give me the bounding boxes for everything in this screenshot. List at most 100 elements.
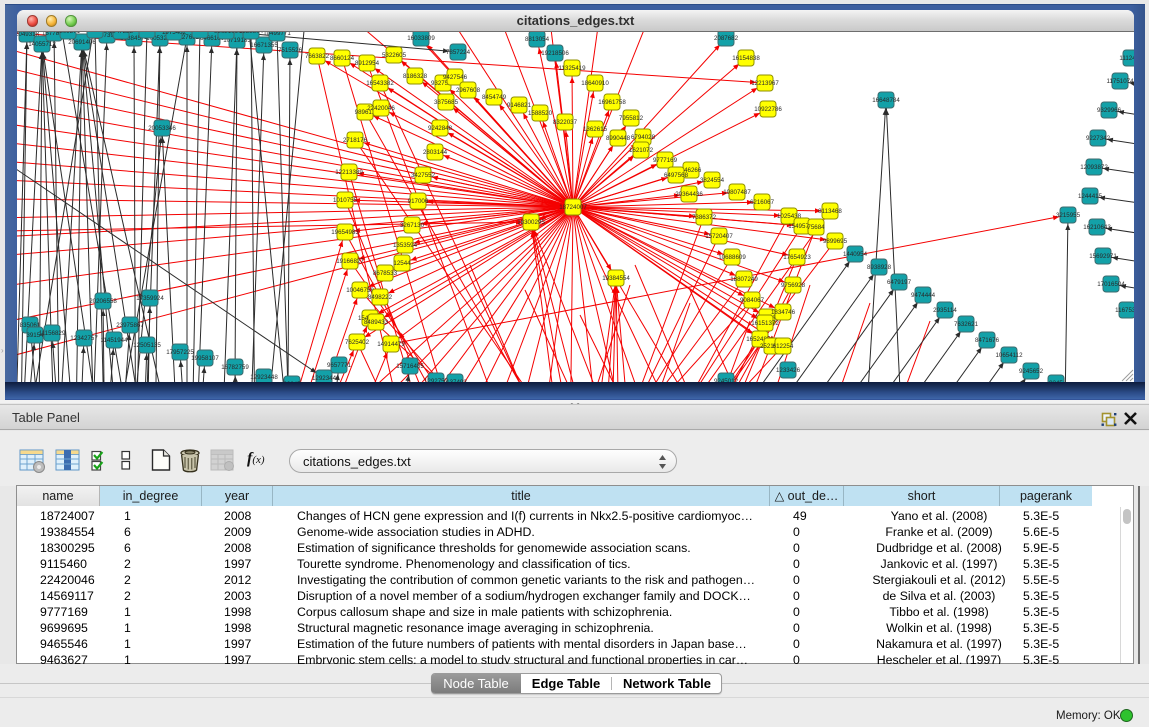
svg-text:75684: 75684 (807, 224, 825, 231)
svg-text:19958107: 19958107 (191, 355, 219, 362)
svg-text:8454749: 8454749 (482, 94, 507, 101)
svg-text:1137493: 1137493 (443, 379, 467, 382)
svg-text:9862190: 9862190 (214, 32, 239, 35)
svg-text:20645: 20645 (283, 381, 301, 382)
svg-text:8550371: 8550371 (135, 32, 160, 34)
svg-text:9657771: 9657771 (327, 362, 352, 369)
svg-text:18724007: 18724007 (559, 204, 587, 211)
svg-text:16154838: 16154838 (732, 55, 760, 62)
svg-text:9756928: 9756928 (781, 282, 806, 289)
svg-text:11751074: 11751074 (1106, 78, 1134, 85)
svg-text:10807487: 10807487 (723, 189, 751, 196)
svg-text:10654112: 10654112 (995, 352, 1023, 359)
svg-text:6216067: 6216067 (750, 199, 775, 206)
svg-text:1047228: 1047228 (109, 32, 134, 35)
svg-text:2803144: 2803144 (423, 149, 448, 156)
svg-text:1362615: 1362615 (583, 126, 608, 133)
svg-text:15716485: 15716485 (396, 363, 424, 370)
svg-text:11325419: 11325419 (558, 65, 586, 72)
svg-text:1244415: 1244415 (1078, 193, 1103, 200)
svg-text:16671355: 16671355 (250, 42, 278, 49)
svg-text:12213389: 12213389 (335, 169, 363, 176)
svg-text:2718176: 2718176 (343, 137, 368, 144)
svg-text:612254: 612254 (773, 343, 794, 350)
svg-text:8912954: 8912954 (355, 60, 380, 67)
svg-text:1440954: 1440954 (843, 251, 868, 258)
svg-text:9084067: 9084067 (740, 297, 765, 304)
svg-text:12923448: 12923448 (250, 374, 278, 381)
svg-text:19384554: 19384554 (602, 275, 630, 282)
svg-text:11451944: 11451944 (100, 337, 128, 344)
svg-text:10499771: 10499771 (263, 32, 291, 37)
svg-text:9227342: 9227342 (1086, 135, 1111, 142)
svg-text:1233426: 1233426 (776, 367, 801, 374)
svg-text:9242848: 9242848 (428, 125, 453, 132)
svg-text:12093872: 12093872 (1080, 164, 1108, 171)
svg-text:3215955: 3215955 (1056, 212, 1081, 219)
svg-text:9245652: 9245652 (1019, 368, 1044, 375)
svg-text:6479197: 6479197 (887, 279, 912, 286)
svg-text:1167533: 1167533 (1115, 307, 1134, 314)
svg-text:16543382: 16543382 (366, 80, 394, 87)
svg-text:16961758: 16961758 (598, 99, 626, 106)
svg-text:8498222: 8498222 (368, 294, 393, 301)
svg-text:20053346: 20053346 (148, 125, 176, 132)
svg-text:3875685: 3875685 (434, 99, 459, 106)
svg-text:16782759: 16782759 (221, 364, 249, 371)
svg-text:3824554: 3824554 (700, 177, 725, 184)
svg-text:9636941: 9636941 (83, 32, 108, 34)
svg-text:8938928: 8938928 (867, 264, 892, 271)
svg-text:22420046: 22420046 (367, 105, 395, 112)
svg-text:19218506: 19218506 (541, 50, 569, 57)
svg-text:7955812: 7955812 (619, 115, 644, 122)
svg-text:9474444: 9474444 (911, 292, 936, 299)
svg-text:2935114: 2935114 (933, 307, 957, 314)
svg-text:9777169: 9777169 (653, 157, 678, 164)
svg-text:9899695: 9899695 (823, 238, 848, 245)
svg-text:1834746: 1834746 (771, 309, 796, 316)
svg-text:3427552: 3427552 (411, 172, 436, 179)
svg-text:17016504: 17016504 (1097, 281, 1125, 288)
svg-text:10046758: 10046758 (346, 287, 374, 294)
svg-text:17359924: 17359924 (136, 295, 164, 302)
svg-text:5322605: 5322605 (382, 52, 407, 59)
svg-text:1112406: 1112406 (1119, 55, 1134, 62)
svg-text:18640910: 18640910 (581, 80, 609, 87)
svg-text:1588520: 1588520 (528, 110, 553, 117)
svg-text:10922786: 10922786 (754, 106, 782, 113)
svg-text:14055712: 14055712 (28, 41, 56, 48)
svg-text:12505135: 12505135 (133, 342, 161, 349)
svg-text:7632621: 7632621 (954, 321, 979, 328)
svg-text:10688609: 10688609 (718, 254, 746, 261)
svg-text:16033809: 16033809 (407, 35, 435, 42)
svg-text:11156829: 11156829 (39, 330, 66, 337)
svg-text:12342757: 12342757 (70, 335, 98, 342)
svg-text:917006: 917006 (408, 198, 429, 205)
svg-text:8186328: 8186328 (403, 73, 428, 80)
svg-text:7625402: 7625402 (345, 339, 370, 346)
svg-text:20206558: 20206558 (89, 298, 117, 305)
svg-text:14914479: 14914479 (377, 341, 405, 348)
svg-text:18300295: 18300295 (517, 219, 545, 226)
svg-text:8322037: 8322037 (553, 119, 578, 126)
svg-text:19654983: 19654983 (331, 229, 359, 236)
svg-text:16151372: 16151372 (751, 320, 779, 327)
svg-text:6497568: 6497568 (664, 172, 689, 179)
svg-text:17957225: 17957225 (166, 349, 194, 356)
svg-text:6794028: 6794028 (631, 134, 656, 141)
svg-text:16648784: 16648784 (872, 97, 900, 104)
svg-text:7663822: 7663822 (305, 53, 330, 60)
svg-text:7386372: 7386372 (692, 214, 717, 221)
svg-text:15720407: 15720407 (705, 233, 733, 240)
svg-text:9245: 9245 (1049, 380, 1063, 382)
svg-text:8471676: 8471676 (975, 337, 1000, 344)
svg-text:8678533: 8678533 (373, 270, 398, 277)
svg-text:1621072: 1621072 (629, 147, 654, 154)
svg-text:8113468: 8113468 (818, 208, 842, 215)
svg-text:12213967: 12213967 (751, 80, 779, 87)
svg-text:8489433: 8489433 (364, 319, 389, 326)
svg-text:20691406: 20691406 (68, 39, 96, 46)
svg-text:1353594: 1353594 (393, 242, 418, 249)
svg-text:9245012: 9245012 (714, 378, 739, 382)
svg-text:7515526: 7515526 (278, 47, 303, 54)
